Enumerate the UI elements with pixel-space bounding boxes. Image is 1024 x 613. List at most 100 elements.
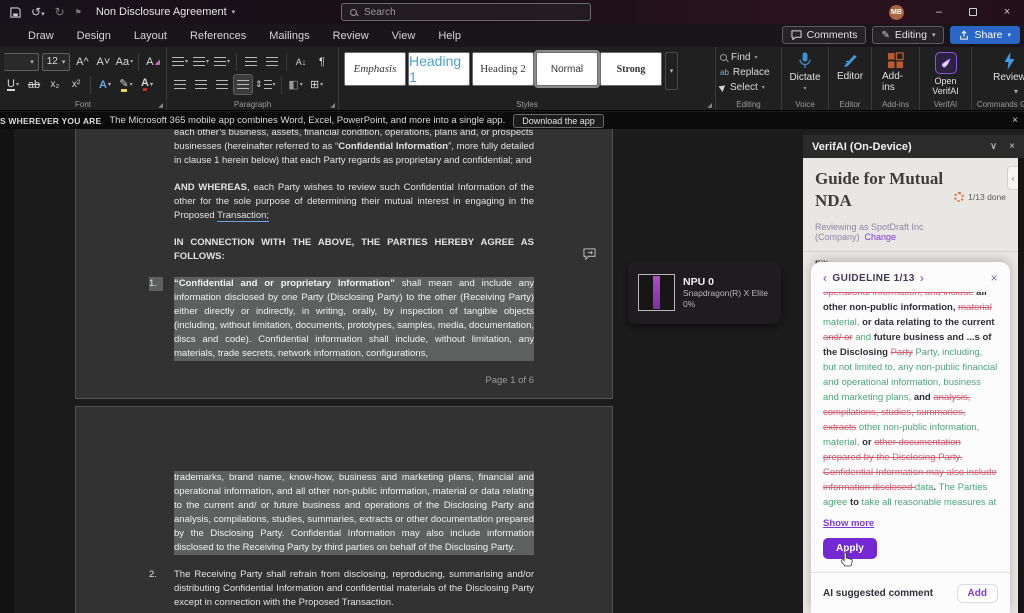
open-verifai-button[interactable]: Open VerifAI (924, 50, 967, 96)
add-comment-button[interactable]: Add (957, 584, 998, 603)
guideline-close-icon[interactable]: × (991, 271, 998, 285)
document-page-2[interactable]: trademarks, brand name, know-how, busine… (75, 406, 613, 613)
justify-button[interactable] (234, 75, 252, 94)
styles-dialog-launcher[interactable]: ◢ (707, 102, 712, 109)
replace-button[interactable]: abReplace (720, 65, 777, 80)
addins-button[interactable]: Add-ins (876, 50, 915, 96)
panel-collapse-chevron-icon[interactable]: ∨ (990, 141, 997, 152)
show-more-link[interactable]: Show more (823, 518, 874, 529)
flagged-term: Transaction; (217, 210, 269, 222)
highlight-color-button[interactable]: ✎▾ (117, 75, 135, 94)
multilevel-list-button[interactable]: ▾ (213, 52, 231, 71)
clear-formatting-button[interactable]: A◢ (144, 52, 162, 71)
ribbon-tabs-bar: Draw Design Layout References Mailings R… (0, 24, 1024, 47)
align-center-button[interactable] (192, 75, 210, 94)
save-icon[interactable] (10, 7, 21, 18)
chevron-down-icon: ▾ (932, 31, 936, 39)
show-formatting-button[interactable]: ¶ (313, 52, 331, 71)
dictate-button[interactable]: Dictate▾ (786, 50, 824, 96)
font-name-combo[interactable]: ▾ (4, 53, 39, 71)
styles-group-label: Styles (339, 100, 715, 109)
align-right-button[interactable] (213, 75, 231, 94)
subscript-button[interactable]: x₂ (46, 75, 64, 94)
style-heading2[interactable]: Heading 2 (472, 52, 534, 86)
search-input[interactable]: Search (341, 3, 591, 21)
document-canvas[interactable]: each other’s business, assets, financial… (0, 129, 803, 613)
tab-view[interactable]: View (392, 30, 416, 42)
voice-group-label: Voice (782, 100, 828, 109)
change-case-button[interactable]: Aa▾ (115, 52, 133, 71)
redline-preview[interactable]: operational information, and include all… (823, 292, 998, 513)
tab-references[interactable]: References (190, 30, 246, 42)
strikethrough-button[interactable]: ab (25, 75, 43, 94)
minimize-button[interactable]: – (922, 0, 956, 24)
download-app-button[interactable]: Download the app (513, 114, 604, 128)
maximize-button[interactable] (956, 0, 990, 24)
grow-font-button[interactable]: A^ (73, 52, 91, 71)
flag-icon[interactable]: ⚑ (75, 8, 82, 17)
select-button[interactable]: Select▾ (720, 80, 777, 95)
guideline-next-chevron[interactable]: › (920, 271, 924, 285)
track-changes-icon[interactable] (583, 248, 596, 260)
close-button[interactable]: × (990, 0, 1024, 24)
share-button[interactable]: Share▾ (950, 26, 1020, 44)
shrink-font-button[interactable]: A˅ (94, 52, 112, 71)
style-strong[interactable]: Strong (600, 52, 662, 86)
banner-text: The Microsoft 365 mobile app combines Wo… (109, 115, 505, 126)
npu-usage-graph[interactable] (638, 274, 675, 311)
avatar[interactable]: MB (889, 5, 904, 20)
comments-button[interactable]: Comments (782, 26, 867, 44)
increase-indent-button[interactable] (263, 52, 281, 71)
progress-label: 1/13 done (968, 192, 1006, 202)
paragraph-group: ▾ ▾ ▾ A↓ ¶ ⇕▾ ◧▾ ⊞▾ Paragraph (167, 47, 339, 110)
underline-button[interactable]: U▾ (4, 75, 22, 94)
superscript-button[interactable]: x² (67, 75, 85, 94)
style-normal[interactable]: Normal (536, 52, 598, 86)
editor-button[interactable]: Editor (833, 50, 867, 96)
panel-close-icon[interactable]: × (1009, 141, 1015, 152)
addins-group: Add-ins Add-ins (872, 47, 920, 110)
paragraph-dialog-launcher[interactable]: ◢ (330, 102, 335, 109)
pencil-icon: ✎ (881, 30, 889, 41)
redo-icon[interactable]: ↻ (55, 5, 65, 19)
text-effects-button[interactable]: A▾ (96, 75, 114, 94)
align-left-button[interactable] (171, 75, 189, 94)
font-size-combo[interactable]: 12▾ (42, 53, 71, 71)
bullets-button[interactable]: ▾ (171, 52, 189, 71)
guide-title: Guide for Mutual NDA (815, 168, 947, 212)
tab-design[interactable]: Design (77, 30, 111, 42)
editing-mode-button[interactable]: ✎ Editing▾ (872, 26, 944, 44)
banner-close-icon[interactable]: × (1012, 115, 1018, 126)
verifai-panel-title: VerifAI (On-Device) (812, 141, 912, 153)
numbering-button[interactable]: ▾ (192, 52, 210, 71)
tab-help[interactable]: Help (438, 30, 461, 42)
change-link[interactable]: Change (865, 232, 897, 242)
tab-layout[interactable]: Layout (134, 30, 167, 42)
sort-button[interactable]: A↓ (292, 52, 310, 71)
styles-gallery-more-button[interactable]: ▾ (665, 52, 678, 90)
font-color-button[interactable]: A▾ (138, 75, 156, 94)
ai-comment-label: AI suggested comment (823, 588, 933, 599)
shading-button[interactable]: ◧▾ (287, 75, 305, 94)
collapse-ribbon-chevron[interactable]: ▾ (1014, 87, 1018, 96)
tab-review[interactable]: Review (333, 30, 369, 42)
tab-draw[interactable]: Draw (28, 30, 54, 42)
guideline-prev-chevron[interactable]: ‹ (823, 271, 827, 285)
document-title[interactable]: Non Disclosure Agreement▾ (96, 6, 235, 18)
undo-icon[interactable]: ↺▾ (31, 5, 45, 19)
style-emphasis[interactable]: Emphasis (344, 52, 406, 86)
line-spacing-button[interactable]: ⇕▾ (255, 75, 276, 94)
style-heading1[interactable]: Heading 1 (408, 52, 470, 86)
reviewing-as-row: Reviewing as SpotDraft Inc (Company)Chan… (815, 222, 1006, 242)
font-dialog-launcher[interactable]: ◢ (158, 102, 163, 109)
document-page-1[interactable]: each other’s business, assets, financial… (75, 129, 613, 399)
verifai-icon (935, 52, 957, 74)
chevron-down-icon: ▾ (232, 8, 236, 16)
editing-group: Find▾ abReplace Select▾ Editing (716, 47, 782, 110)
page-number-label: Page 1 of 6 (149, 374, 534, 388)
decrease-indent-button[interactable] (242, 52, 260, 71)
find-button[interactable]: Find▾ (720, 50, 777, 65)
panel-side-collapse-button[interactable]: ‹ (1007, 166, 1018, 190)
tab-mailings[interactable]: Mailings (269, 30, 309, 42)
borders-button[interactable]: ⊞▾ (308, 75, 326, 94)
